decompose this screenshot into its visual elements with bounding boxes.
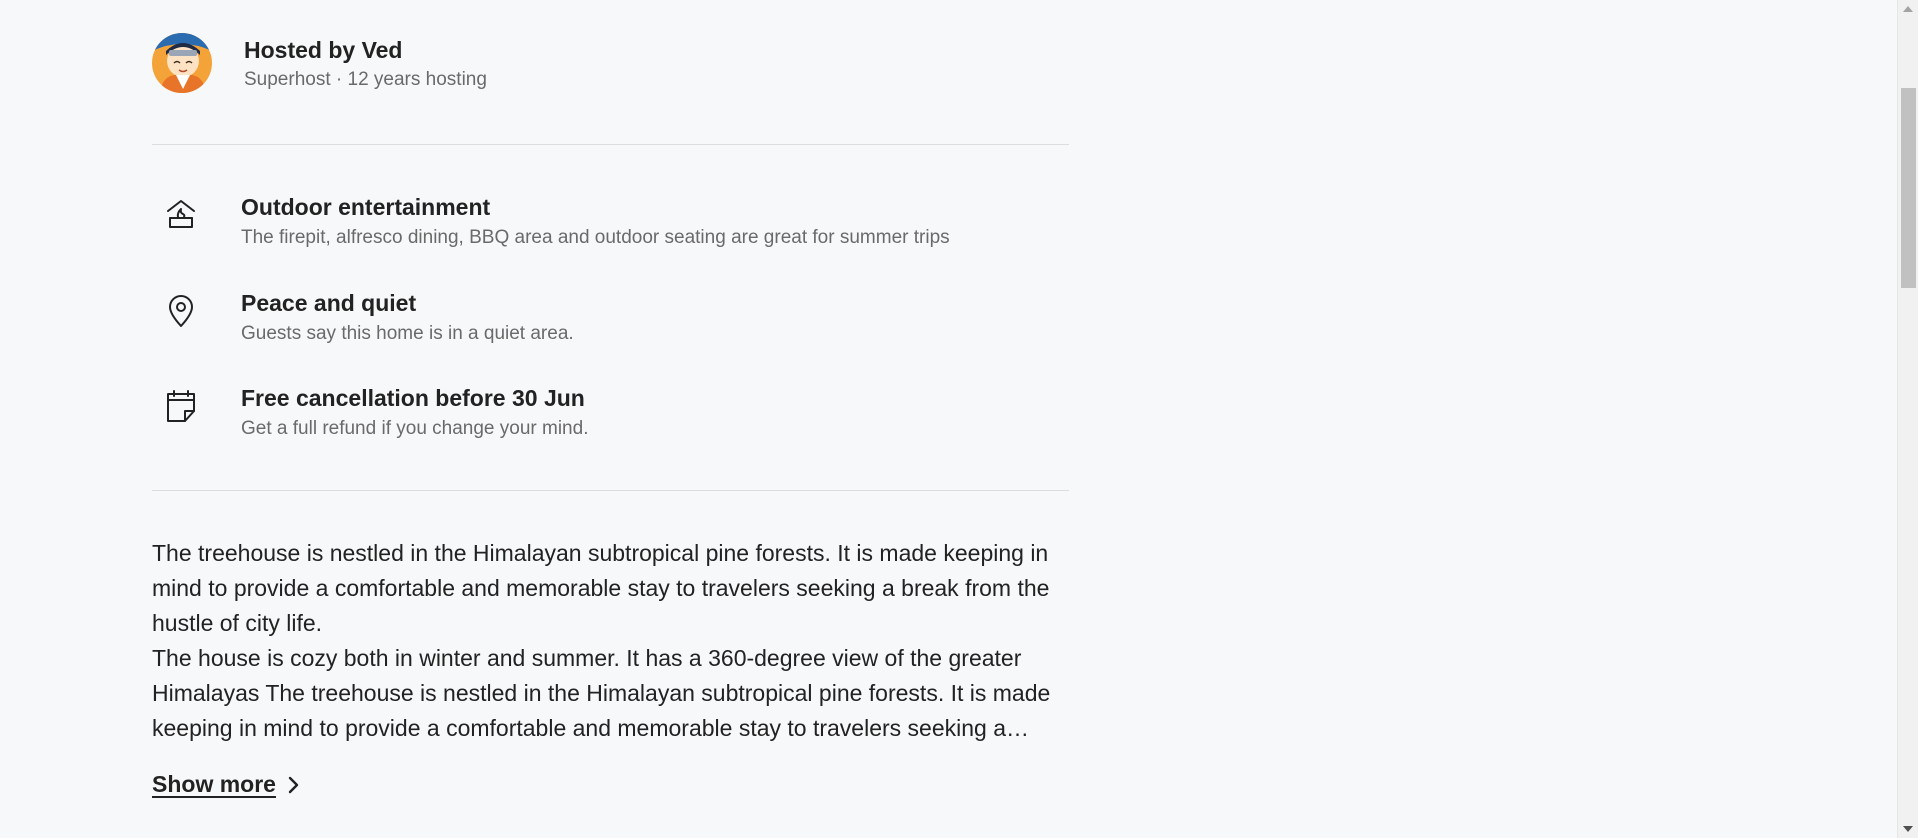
description-paragraph: The house is cozy both in winter and sum… — [152, 645, 1051, 741]
host-info: Hosted by Ved Superhost · 12 years hosti… — [244, 33, 487, 93]
calendar-icon — [152, 383, 210, 429]
highlight-title: Outdoor entertainment — [241, 194, 491, 220]
divider — [152, 144, 1069, 145]
highlight-description: The firepit, alfresco dining, BBQ area a… — [241, 227, 950, 248]
page-scrollbar[interactable] — [1897, 0, 1918, 838]
description-paragraph: The treehouse is nestled in the Himalaya… — [152, 540, 1050, 636]
highlight-outdoor-entertainment: Outdoor entertainment The firepit, alfre… — [152, 192, 950, 251]
scroll-down-arrow-icon[interactable] — [1903, 826, 1913, 832]
divider — [152, 490, 1069, 491]
host-name: Hosted by Ved — [244, 37, 403, 63]
show-more-button[interactable]: Show more — [152, 771, 300, 798]
listing-page: Hosted by Ved Superhost · 12 years hosti… — [0, 0, 1918, 838]
highlight-free-cancellation: Free cancellation before 30 Jun Get a fu… — [152, 383, 588, 442]
scroll-up-arrow-icon[interactable] — [1903, 6, 1913, 12]
highlight-text: Outdoor entertainment The firepit, alfre… — [241, 192, 950, 251]
highlight-description: Guests say this home is in a quiet area. — [241, 323, 574, 344]
highlight-title: Free cancellation before 30 Jun — [241, 385, 585, 411]
firepit-icon — [152, 192, 210, 238]
show-more-label: Show more — [152, 771, 276, 797]
highlight-title: Peace and quiet — [241, 290, 417, 316]
location-pin-icon — [152, 288, 210, 334]
scrollbar-thumb[interactable] — [1901, 88, 1916, 288]
highlight-text: Free cancellation before 30 Jun Get a fu… — [241, 383, 588, 442]
host-section: Hosted by Ved Superhost · 12 years hosti… — [152, 33, 487, 93]
listing-description: The treehouse is nestled in the Himalaya… — [152, 536, 1069, 746]
host-subtitle: Superhost · 12 years hosting — [244, 69, 487, 90]
chevron-right-icon — [286, 775, 300, 795]
highlight-text: Peace and quiet Guests say this home is … — [241, 288, 574, 347]
highlight-description: Get a full refund if you change your min… — [241, 418, 589, 439]
host-avatar[interactable] — [152, 33, 212, 93]
highlight-peace-and-quiet: Peace and quiet Guests say this home is … — [152, 288, 574, 347]
